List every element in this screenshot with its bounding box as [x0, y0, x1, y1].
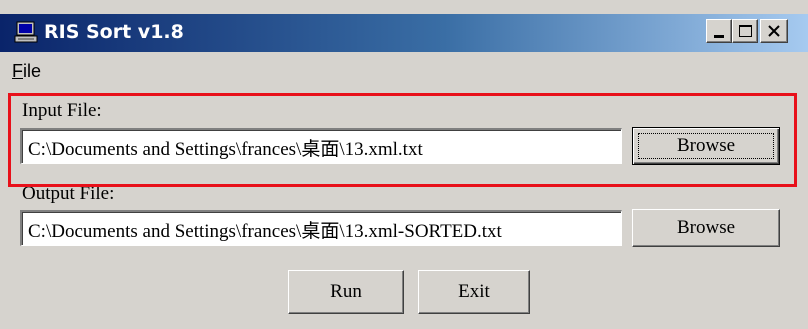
output-browse-label: Browse	[676, 217, 736, 238]
minimize-icon	[714, 35, 724, 38]
close-icon	[768, 25, 780, 37]
output-file-field[interactable]: C:\Documents and Settings\frances\桌面\13.…	[20, 210, 622, 246]
exit-button[interactable]: Exit	[418, 270, 530, 314]
input-file-label: Input File:	[22, 100, 102, 121]
menu-bar: File	[0, 52, 808, 88]
maximize-button[interactable]	[732, 19, 758, 43]
output-browse-button[interactable]: Browse	[632, 209, 780, 247]
run-button[interactable]: Run	[288, 270, 404, 314]
close-button[interactable]	[760, 19, 788, 43]
run-label: Run	[330, 281, 362, 302]
input-browse-button[interactable]: Browse	[632, 127, 780, 165]
menu-file-label: ile	[23, 61, 42, 81]
input-file-field[interactable]: C:\Documents and Settings\frances\桌面\13.…	[20, 128, 622, 164]
app-window: RIS Sort v1.8 File Input File: C:\Docume…	[0, 0, 808, 329]
minimize-button[interactable]	[706, 19, 732, 43]
exit-label: Exit	[458, 281, 490, 302]
title-bar[interactable]: RIS Sort v1.8	[0, 14, 808, 52]
maximize-icon	[739, 25, 752, 37]
computer-icon	[14, 20, 38, 44]
focus-ring	[638, 133, 774, 159]
menu-file[interactable]: File	[12, 61, 41, 82]
window-title: RIS Sort v1.8	[44, 21, 184, 43]
output-file-label: Output File:	[22, 183, 115, 204]
menu-file-accelerator: F	[12, 61, 23, 81]
